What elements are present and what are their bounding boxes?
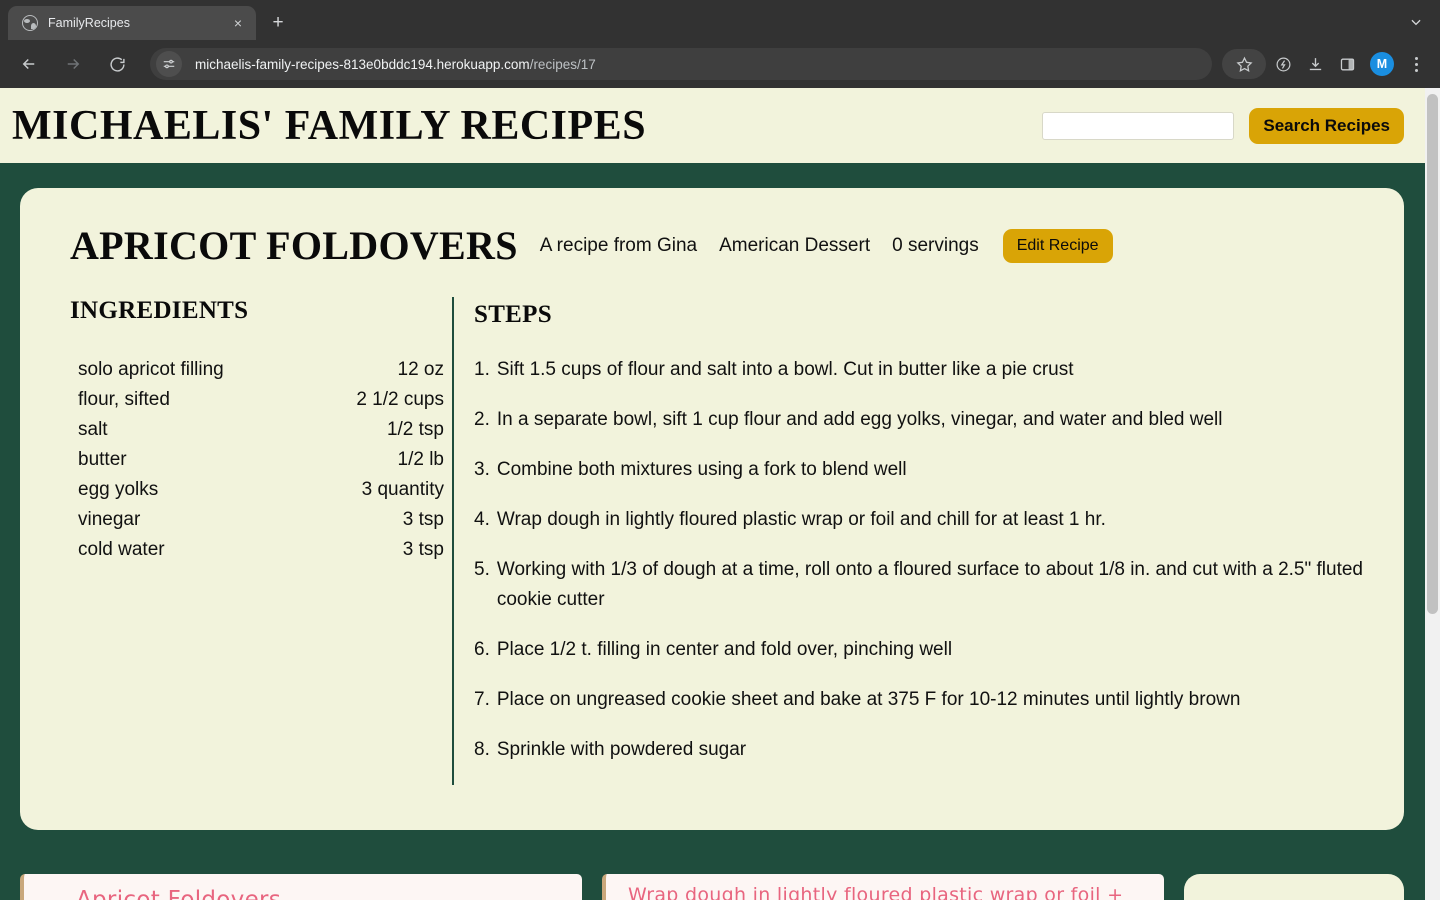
step-row: 2. In a separate bowl, sift 1 cup flour a… [474, 405, 1374, 435]
handwritten-note: Wrap dough in lightly floured plastic wr… [628, 884, 1124, 900]
ingredient-row: cold water 3 tsp [78, 535, 444, 565]
ingredient-row: vinegar 3 tsp [78, 505, 444, 535]
ingredient-name: cold water [78, 539, 165, 560]
step-row: 8. Sprinkle with powdered sugar [474, 735, 1374, 765]
recipe-category: American Dessert [719, 234, 871, 256]
back-icon[interactable] [13, 48, 45, 80]
step-number: 8. [474, 739, 490, 760]
downloads-icon[interactable] [1300, 49, 1330, 79]
step-number: 6. [474, 639, 490, 660]
step-text: Place on ungreased cookie sheet and bake… [496, 689, 1241, 710]
step-number: 2. [474, 409, 490, 430]
step-text: Wrap dough in lightly floured plastic wr… [496, 509, 1106, 530]
tab-strip: FamilyRecipes × + [0, 0, 1440, 40]
page-title: APRICOT FOLDOVERS [70, 223, 518, 268]
step-row: 5. Working with 1/3 of dough at a time, r… [474, 555, 1374, 615]
step-row: 7. Place on ungreased cookie sheet and ba… [474, 685, 1374, 715]
reload-icon[interactable] [101, 48, 133, 80]
browser-chrome: FamilyRecipes × + michaelis-family-recip… [0, 0, 1440, 88]
recipe-body: INGREDIENTS solo apricot filling 12 oz flo… [48, 297, 1374, 785]
globe-icon [22, 15, 38, 31]
recipe-photo-card[interactable]: Apricot Foldovers [20, 874, 582, 900]
ingredient-row: butter 1/2 lb [78, 445, 444, 475]
ingredient-row: flour, sifted 2 1/2 cups [78, 385, 444, 415]
page-scrollbar[interactable] [1425, 88, 1440, 900]
step-text: Working with 1/3 of dough at a time, rol… [496, 559, 1363, 610]
search-recipes-button[interactable]: Search Recipes [1249, 107, 1404, 144]
column-divider [452, 297, 454, 785]
ingredient-amount: 2 1/2 cups [356, 389, 444, 410]
tab-title: FamilyRecipes [48, 16, 130, 30]
ingredient-amount: 1/2 lb [397, 449, 444, 470]
ingredient-row: salt 1/2 tsp [78, 415, 444, 445]
ingredient-amount: 1/2 tsp [386, 419, 444, 440]
ingredient-name: vinegar [78, 509, 141, 530]
recipe-photo-card[interactable]: Wrap dough in lightly floured plastic wr… [602, 874, 1164, 900]
url-text: michaelis-family-recipes-813e0bddc194.he… [195, 57, 596, 72]
steps-list: 1. Sift 1.5 cups of flour and salt into a… [474, 355, 1374, 765]
avatar[interactable]: M [1370, 52, 1394, 76]
ingredient-name: egg yolks [78, 479, 159, 500]
search-input[interactable] [1042, 111, 1235, 140]
step-number: 1. [474, 359, 490, 380]
step-number: 4. [474, 509, 490, 530]
forward-icon [57, 48, 89, 80]
step-number: 3. [474, 459, 490, 480]
close-icon[interactable]: × [228, 13, 248, 33]
new-tab-button[interactable]: + [264, 9, 292, 37]
browser-toolbar: michaelis-family-recipes-813e0bddc194.he… [0, 40, 1440, 88]
ingredient-row: solo apricot filling 12 oz [78, 355, 444, 385]
recipe-servings: 0 servings [892, 234, 979, 256]
url-host: michaelis-family-recipes-813e0bddc194.he… [195, 56, 530, 72]
site-title: MICHAELIS' FAMILY RECIPES [12, 102, 647, 149]
step-text: Place 1/2 t. filling in center and fold … [496, 639, 953, 660]
ingredient-amount: 3 tsp [402, 539, 444, 560]
step-text: Sift 1.5 cups of flour and salt into a b… [496, 359, 1074, 380]
ingredient-row: egg yolks 3 quantity [78, 475, 444, 505]
side-panel-icon[interactable] [1332, 49, 1362, 79]
comments-card: COMMENTS: [1184, 874, 1404, 900]
ingredient-name: solo apricot filling [78, 359, 224, 380]
recipe-header: APRICOT FOLDOVERS A recipe from Gina Ame… [48, 222, 1374, 269]
edit-recipe-button[interactable]: Edit Recipe [1002, 228, 1113, 263]
recipe-photos-strip: Apricot Foldovers Wrap dough in lightly … [0, 874, 1440, 900]
ingredients-column: INGREDIENTS solo apricot filling 12 oz flo… [48, 297, 452, 785]
ingredients-heading: INGREDIENTS [70, 297, 249, 324]
step-text: In a separate bowl, sift 1 cup flour and… [496, 409, 1223, 430]
energy-saver-leaf-icon[interactable] [1268, 49, 1298, 79]
ingredient-amount: 3 quantity [361, 479, 444, 500]
handwritten-title: Apricot Foldovers [76, 887, 282, 900]
chevron-down-icon[interactable] [1402, 8, 1430, 36]
bookmark-star-icon[interactable] [1222, 49, 1266, 79]
ingredient-name: flour, sifted [78, 389, 170, 410]
step-text: Combine both mixtures using a fork to bl… [496, 459, 907, 480]
ingredients-list: solo apricot filling 12 oz flour, sifted 2 … [70, 355, 444, 565]
ingredient-amount: 3 tsp [402, 509, 444, 530]
browser-tab[interactable]: FamilyRecipes × [8, 6, 256, 40]
ingredient-name: butter [78, 449, 127, 470]
step-text: Sprinkle with powdered sugar [496, 739, 747, 760]
scrollbar-thumb[interactable] [1427, 94, 1438, 614]
step-row: 3. Combine both mixtures using a fork to … [474, 455, 1374, 485]
step-row: 4. Wrap dough in lightly floured plastic … [474, 505, 1374, 535]
ingredient-name: salt [78, 419, 108, 440]
address-bar[interactable]: michaelis-family-recipes-813e0bddc194.he… [150, 48, 1212, 80]
step-row: 1. Sift 1.5 cups of flour and salt into a… [474, 355, 1374, 385]
steps-heading: STEPS [474, 301, 552, 328]
step-number: 5. [474, 559, 490, 580]
steps-column: STEPS 1. Sift 1.5 cups of flour and salt … [474, 297, 1374, 785]
step-row: 6. Place 1/2 t. filling in center and fol… [474, 635, 1374, 665]
ingredient-amount: 12 oz [397, 359, 444, 380]
site-settings-icon[interactable] [156, 51, 182, 77]
kebab-menu-icon[interactable] [1402, 49, 1430, 79]
recipe-author: A recipe from Gina [539, 234, 698, 256]
url-path: /recipes/17 [529, 56, 596, 72]
page-content: MICHAELIS' FAMILY RECIPES Search Recipes… [0, 88, 1440, 900]
recipe-card: APRICOT FOLDOVERS A recipe from Gina Ame… [20, 188, 1404, 830]
step-number: 7. [474, 689, 490, 710]
site-header: MICHAELIS' FAMILY RECIPES Search Recipes [0, 88, 1440, 166]
